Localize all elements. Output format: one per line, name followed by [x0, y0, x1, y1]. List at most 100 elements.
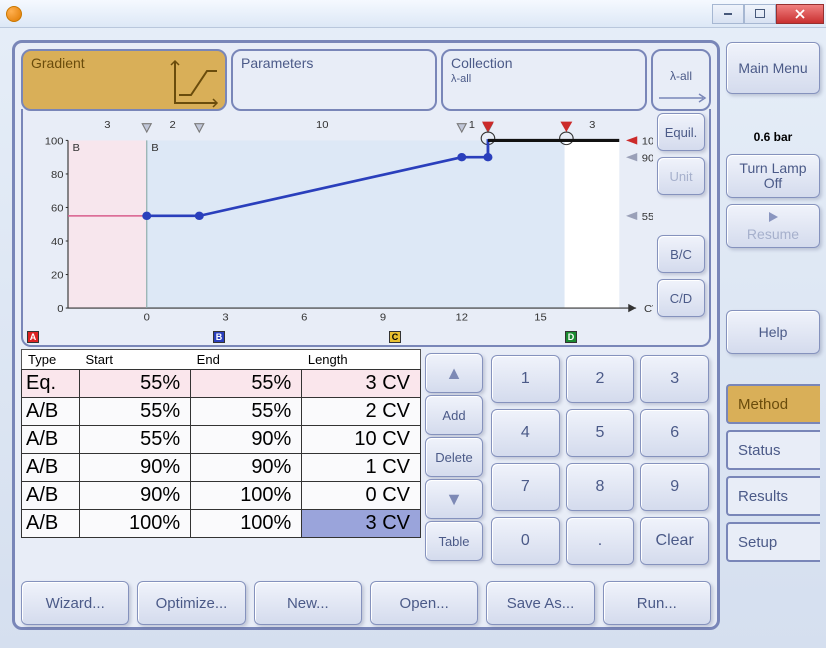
row-up-button[interactable]: ▲: [425, 353, 483, 393]
key-1[interactable]: 1: [491, 355, 560, 403]
cell-length: 10 CV: [302, 426, 421, 454]
table-row[interactable]: A/B90%90%1 CV: [22, 454, 421, 482]
add-row-button[interactable]: Add: [425, 395, 483, 435]
svg-text:90%: 90%: [642, 153, 653, 165]
key-7[interactable]: 7: [491, 463, 560, 511]
resume-button[interactable]: Resume: [726, 204, 820, 248]
wizard-button[interactable]: Wizard...: [21, 581, 129, 625]
svg-text:55%: 55%: [642, 211, 653, 223]
equil-button[interactable]: Equil.: [657, 113, 705, 151]
cell-start: 55%: [80, 370, 191, 398]
main-menu-button[interactable]: Main Menu: [726, 42, 820, 94]
lamp-toggle-button[interactable]: Turn Lamp Off: [726, 154, 820, 198]
key-0[interactable]: 0: [491, 517, 560, 565]
tab-lambda[interactable]: λ-all: [651, 49, 711, 111]
cell-length: 1 CV: [302, 454, 421, 482]
right-panel: Main Menu 0.6 bar Turn Lamp Off Resume H…: [726, 42, 820, 630]
cell-length: 2 CV: [302, 398, 421, 426]
bc-button[interactable]: B/C: [657, 235, 705, 273]
svg-text:3: 3: [222, 312, 228, 324]
tab-parameters-label: Parameters: [241, 55, 427, 71]
delete-row-button[interactable]: Delete: [425, 437, 483, 477]
gradient-chart[interactable]: 3 2 10 1 3: [23, 109, 653, 329]
run-button[interactable]: Run...: [603, 581, 711, 625]
key-9[interactable]: 9: [640, 463, 709, 511]
help-button[interactable]: Help: [726, 310, 820, 354]
svg-text:20: 20: [51, 270, 64, 282]
cell-type: A/B: [22, 482, 80, 510]
table-row[interactable]: A/B100%100%3 CV: [22, 510, 421, 538]
app-icon: [6, 6, 22, 22]
col-length: Length: [302, 350, 421, 370]
nav-method[interactable]: Method: [726, 384, 820, 424]
x-axis-label: CV: [644, 304, 653, 316]
key-[interactable]: .: [566, 517, 635, 565]
table-row[interactable]: A/B90%100%0 CV: [22, 482, 421, 510]
title-bar: [0, 0, 826, 28]
cell-end: 90%: [191, 454, 302, 482]
col-type: Type: [22, 350, 80, 370]
cell-type: A/B: [22, 398, 80, 426]
tab-gradient[interactable]: Gradient: [21, 49, 227, 111]
table-row[interactable]: Eq.55%55%3 CV: [22, 370, 421, 398]
key-clear[interactable]: Clear: [640, 517, 709, 565]
unit-button[interactable]: Unit: [657, 157, 705, 195]
cell-start: 90%: [80, 454, 191, 482]
seg-label: 2: [169, 119, 175, 131]
cell-type: Eq.: [22, 370, 80, 398]
seg-label: 3: [104, 119, 110, 131]
cell-start: 100%: [80, 510, 191, 538]
gradient-table[interactable]: Type Start End Length Eq.55%55%3 CVA/B55…: [21, 349, 421, 538]
key-2[interactable]: 2: [566, 355, 635, 403]
pressure-readout: 0.6 bar: [726, 126, 820, 148]
tab-collection[interactable]: Collection λ-all: [441, 49, 647, 111]
close-button[interactable]: [776, 4, 824, 24]
nav-setup[interactable]: Setup: [726, 522, 820, 562]
svg-text:15: 15: [534, 312, 547, 324]
col-end: End: [191, 350, 302, 370]
svg-text:B: B: [151, 142, 159, 154]
cell-type: A/B: [22, 510, 80, 538]
col-start: Start: [80, 350, 191, 370]
save-as-button[interactable]: Save As...: [486, 581, 594, 625]
cell-end: 100%: [191, 482, 302, 510]
seg-label: 10: [316, 119, 329, 131]
table-row[interactable]: A/B55%55%2 CV: [22, 398, 421, 426]
cd-button[interactable]: C/D: [657, 279, 705, 317]
svg-text:0: 0: [144, 312, 150, 324]
cell-end: 55%: [191, 370, 302, 398]
cell-end: 90%: [191, 426, 302, 454]
key-4[interactable]: 4: [491, 409, 560, 457]
cell-start: 55%: [80, 426, 191, 454]
new-button[interactable]: New...: [254, 581, 362, 625]
key-6[interactable]: 6: [640, 409, 709, 457]
nav-status[interactable]: Status: [726, 430, 820, 470]
key-5[interactable]: 5: [566, 409, 635, 457]
svg-text:0: 0: [57, 304, 63, 316]
cell-type: A/B: [22, 426, 80, 454]
cell-length: 3 CV: [302, 370, 421, 398]
arrow-right-icon: [657, 91, 709, 105]
cell-end: 55%: [191, 398, 302, 426]
tab-collection-sub: λ-all: [451, 73, 637, 85]
open-button[interactable]: Open...: [370, 581, 478, 625]
row-down-button[interactable]: ▼: [425, 479, 483, 519]
table-toggle-button[interactable]: Table: [425, 521, 483, 561]
tab-collection-label: Collection: [451, 55, 637, 71]
tab-parameters[interactable]: Parameters: [231, 49, 437, 111]
nav-results[interactable]: Results: [726, 476, 820, 516]
y-axis-label: B: [73, 142, 81, 154]
window-buttons: [712, 4, 824, 24]
minimize-button[interactable]: [712, 4, 744, 24]
table-row[interactable]: A/B55%90%10 CV: [22, 426, 421, 454]
gradient-table-pane: Type Start End Length Eq.55%55%3 CVA/B55…: [21, 349, 421, 571]
tab-lambda-label: λ-all: [661, 69, 701, 83]
optimize-button[interactable]: Optimize...: [137, 581, 245, 625]
svg-text:9: 9: [380, 312, 386, 324]
svg-text:100%: 100%: [642, 136, 653, 148]
key-8[interactable]: 8: [566, 463, 635, 511]
key-3[interactable]: 3: [640, 355, 709, 403]
cell-start: 55%: [80, 398, 191, 426]
seg-label: 1: [469, 119, 475, 131]
maximize-button[interactable]: [744, 4, 776, 24]
